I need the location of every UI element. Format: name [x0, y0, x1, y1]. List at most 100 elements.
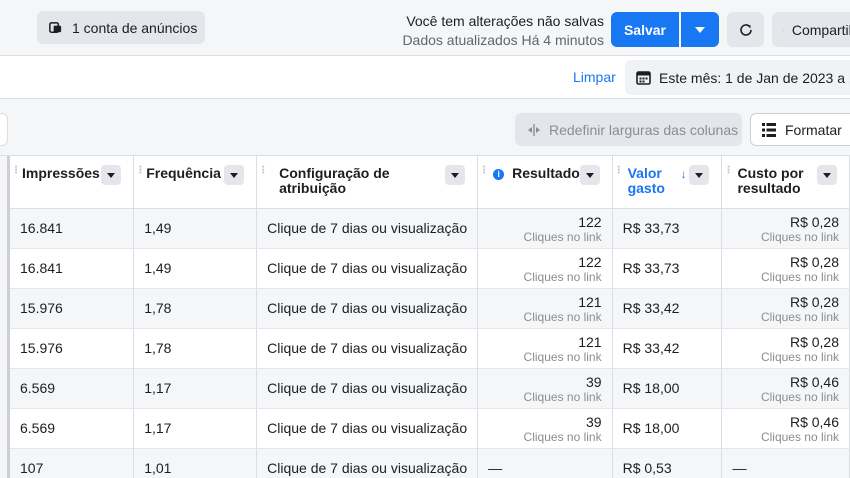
chevron-down-icon	[695, 26, 705, 33]
table-toolbar: Redefinir larguras das colunas Formatar	[0, 99, 850, 156]
chevron-down-icon[interactable]	[445, 165, 466, 185]
cell-results: 121 Cliques no link	[477, 288, 613, 329]
share-button[interactable]: Compartilhar	[772, 12, 850, 47]
unsaved-changes-text: Você tem alterações não salvas	[406, 13, 604, 29]
cell-cost-per-result: R$ 0,28 Cliques no link	[721, 328, 850, 369]
cell-cost-per-result: R$ 0,28 Cliques no link	[721, 208, 850, 249]
column-header-attribution[interactable]: ⋮ Configuração de atribuição	[256, 156, 479, 209]
cell-attribution: Clique de 7 dias ou visualização	[256, 368, 479, 409]
table-row[interactable]: 107 1,01 Clique de 7 dias ou visualizaçã…	[10, 448, 850, 478]
cell-attribution: Clique de 7 dias ou visualização	[256, 328, 479, 369]
top-bar: 1 conta de anúncios Você tem alterações …	[0, 0, 850, 56]
save-options-button[interactable]	[681, 12, 719, 47]
cell-results: 121 Cliques no link	[477, 328, 613, 369]
cell-amount-spent: R$ 33,73	[612, 248, 723, 289]
date-range-picker[interactable]: Este mês: 1 de Jan de 2023 a 11	[625, 60, 850, 95]
chevron-down-icon[interactable]	[101, 165, 122, 185]
format-table-icon	[762, 122, 776, 137]
cell-amount-spent: R$ 18,00	[612, 408, 723, 449]
cell-attribution: Clique de 7 dias ou visualização	[256, 288, 479, 329]
cell-frequency: 1,17	[133, 368, 258, 409]
cell-attribution: Clique de 7 dias ou visualização	[256, 448, 479, 478]
cell-cost-per-result: —	[721, 448, 850, 478]
cell-frequency: 1,01	[133, 448, 258, 478]
clear-filters-link[interactable]: Limpar	[573, 69, 616, 85]
table-header-row: ⋮ Impressões ⋮ Frequência ⋮ Configuração…	[10, 156, 850, 209]
save-status: Você tem alterações não salvas Dados atu…	[402, 12, 604, 50]
chevron-down-icon[interactable]	[817, 165, 837, 185]
toolbar-left-control[interactable]	[0, 113, 8, 146]
cell-cost-per-result: R$ 0,46 Cliques no link	[721, 368, 850, 409]
cell-cost-per-result: R$ 0,28 Cliques no link	[721, 248, 850, 289]
cell-frequency: 1,78	[133, 288, 258, 329]
accounts-icon	[49, 22, 62, 33]
cell-amount-spent: R$ 33,73	[612, 208, 723, 249]
cell-impressions: 107	[10, 448, 135, 478]
cell-impressions: 15.976	[10, 328, 135, 369]
calendar-icon	[636, 71, 651, 85]
table-left-gutter	[0, 156, 10, 478]
column-resize-icon	[528, 123, 540, 136]
drag-handle-icon[interactable]: ⋮	[135, 166, 145, 176]
ad-accounts-label: 1 conta de anúncios	[72, 19, 198, 36]
drag-handle-icon[interactable]: ⋮	[11, 166, 21, 176]
ad-accounts-button[interactable]: 1 conta de anúncios	[37, 11, 205, 44]
cell-amount-spent: R$ 33,42	[612, 288, 723, 329]
date-range-label: Este mês: 1 de Jan de 2023 a 11	[659, 69, 850, 86]
drag-handle-icon[interactable]: ⋮	[723, 166, 733, 176]
reset-column-widths-button[interactable]: Redefinir larguras das colunas	[515, 113, 742, 146]
filter-bar: Limpar Este mês: 1 de Jan de 2023 a 11	[0, 56, 850, 99]
sort-down-arrow-icon[interactable]: ↓	[681, 167, 687, 182]
cell-impressions: 6.569	[10, 368, 135, 409]
cell-amount-spent: R$ 33,42	[612, 328, 723, 369]
chevron-down-icon[interactable]	[579, 165, 600, 185]
cell-results: 39 Cliques no link	[477, 408, 613, 449]
refresh-button[interactable]	[727, 12, 764, 47]
refresh-icon	[739, 23, 752, 36]
column-header-frequency[interactable]: ⋮ Frequência	[133, 156, 258, 209]
table-row[interactable]: 6.569 1,17 Clique de 7 dias ou visualiza…	[10, 408, 850, 449]
table-row[interactable]: 15.976 1,78 Clique de 7 dias ou visualiz…	[10, 328, 850, 369]
share-arrow-icon	[783, 29, 784, 30]
drag-handle-icon[interactable]: ⋮	[258, 166, 268, 176]
cell-amount-spent: R$ 18,00	[612, 368, 723, 409]
cell-cost-per-result: R$ 0,46 Cliques no link	[721, 408, 850, 449]
cell-impressions: 6.569	[10, 408, 135, 449]
drag-handle-icon[interactable]: ⋮	[614, 166, 624, 176]
chevron-down-icon[interactable]	[224, 165, 245, 185]
column-header-amount-spent[interactable]: ⋮ Valor gasto ↓	[612, 156, 723, 209]
reset-column-widths-label: Redefinir larguras das colunas	[549, 121, 739, 138]
cell-attribution: Clique de 7 dias ou visualização	[256, 208, 479, 249]
format-label: Formatar	[785, 121, 842, 138]
cell-results: 122 Cliques no link	[477, 248, 613, 289]
cell-attribution: Clique de 7 dias ou visualização	[256, 248, 479, 289]
data-updated-text: Dados atualizados Há 4 minutos	[402, 32, 604, 48]
info-icon[interactable]: i	[493, 169, 505, 180]
results-table: ⋮ Impressões ⋮ Frequência ⋮ Configuração…	[10, 156, 850, 478]
column-header-impressions[interactable]: ⋮ Impressões	[10, 156, 135, 209]
cell-impressions: 16.841	[10, 248, 135, 289]
format-button[interactable]: Formatar	[750, 113, 850, 146]
cell-results: 39 Cliques no link	[477, 368, 613, 409]
drag-handle-icon[interactable]: ⋮	[479, 166, 489, 176]
cell-cost-per-result: R$ 0,28 Cliques no link	[721, 288, 850, 329]
cell-attribution: Clique de 7 dias ou visualização	[256, 408, 479, 449]
table-row[interactable]: 6.569 1,17 Clique de 7 dias ou visualiza…	[10, 368, 850, 409]
share-label: Compartilhar	[791, 21, 850, 38]
chevron-down-icon[interactable]	[689, 165, 710, 185]
cell-frequency: 1,49	[133, 248, 258, 289]
column-header-cost-per-result[interactable]: ⋮ Custo por resultado	[721, 156, 850, 209]
cell-results: 122 Cliques no link	[477, 208, 613, 249]
cell-frequency: 1,49	[133, 208, 258, 249]
table-row[interactable]: 16.841 1,49 Clique de 7 dias ou visualiz…	[10, 248, 850, 289]
cell-impressions: 16.841	[10, 208, 135, 249]
table-row[interactable]: 15.976 1,78 Clique de 7 dias ou visualiz…	[10, 288, 850, 329]
cell-frequency: 1,17	[133, 408, 258, 449]
save-button[interactable]: Salvar	[611, 12, 679, 47]
table-row[interactable]: 16.841 1,49 Clique de 7 dias ou visualiz…	[10, 208, 850, 249]
cell-amount-spent: R$ 0,53	[612, 448, 723, 478]
cell-results: —	[477, 448, 613, 478]
results-table-container: ⋮ Impressões ⋮ Frequência ⋮ Configuração…	[0, 156, 850, 478]
cell-frequency: 1,78	[133, 328, 258, 369]
column-header-results[interactable]: ⋮ i Resultados	[477, 156, 613, 209]
